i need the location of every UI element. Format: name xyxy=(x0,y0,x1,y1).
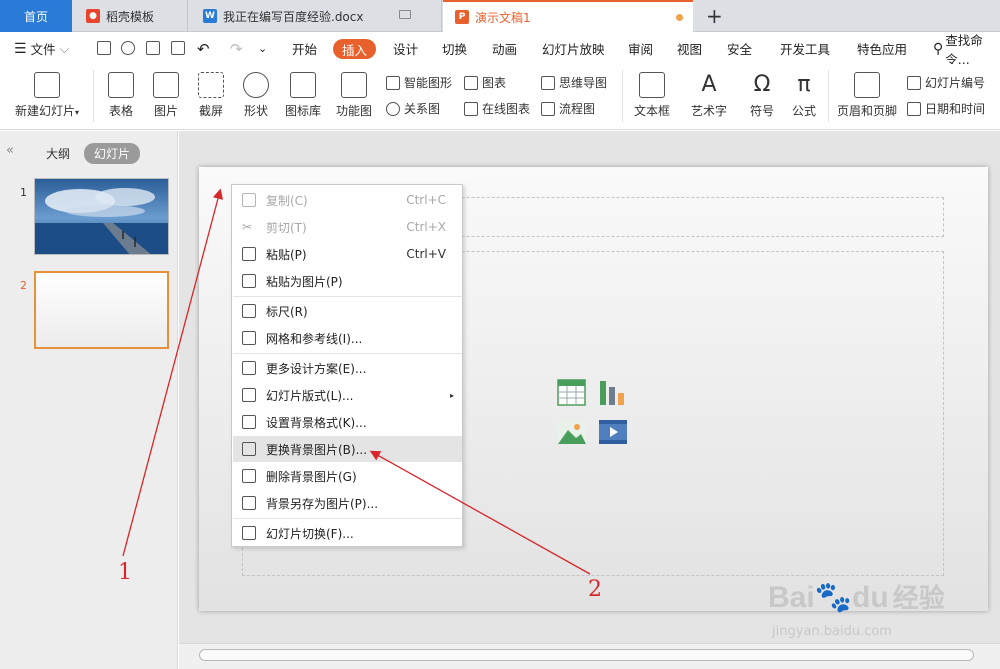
annotation-label-1: 1 xyxy=(118,560,132,585)
annotation-label-2: 2 xyxy=(588,577,602,602)
watermark-cn: 经验 xyxy=(892,583,945,613)
baidu-watermark: Bai🐾du 经验 xyxy=(768,578,945,615)
arrow-1 xyxy=(122,188,224,557)
annotation-arrows xyxy=(122,188,591,575)
watermark-brand: Bai xyxy=(768,581,815,614)
paw-icon: 🐾 xyxy=(814,581,853,614)
watermark-url: jingyan.baidu.com xyxy=(772,624,892,639)
arrow-2 xyxy=(369,450,591,575)
watermark-brand2: du xyxy=(852,581,889,614)
